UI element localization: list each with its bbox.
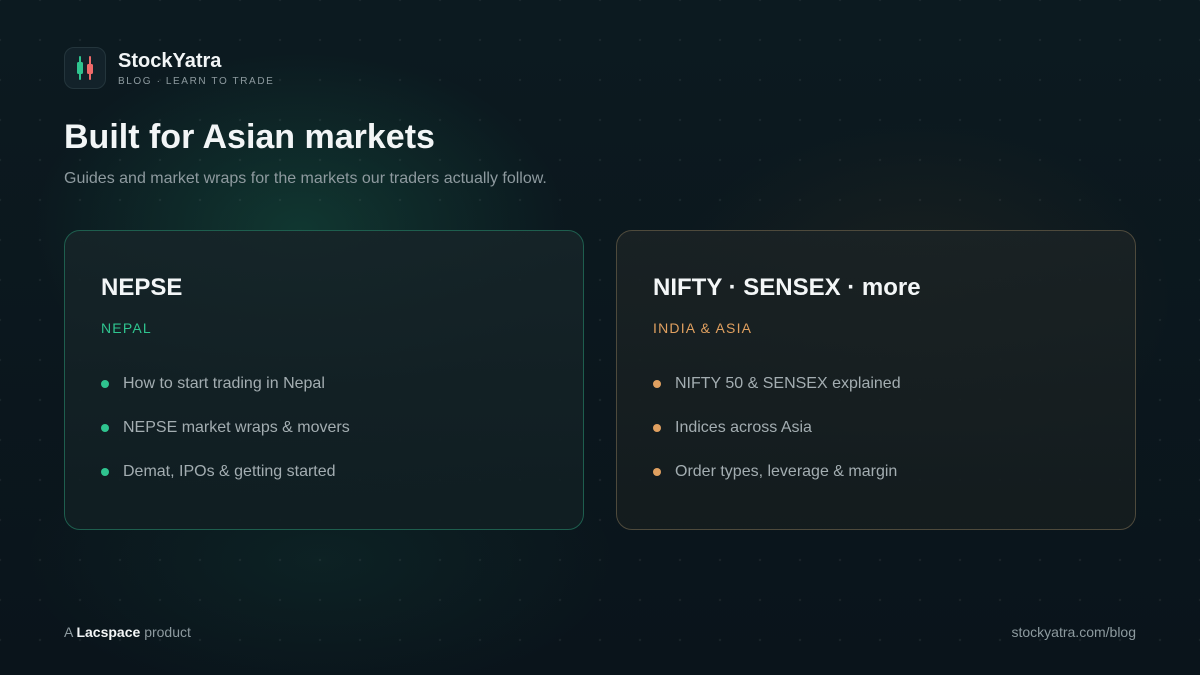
footer-prefix: A bbox=[64, 624, 73, 640]
list-item[interactable]: Indices across Asia bbox=[653, 406, 1099, 450]
card-region: NEPAL bbox=[101, 320, 152, 336]
footer-company[interactable]: Lacspace bbox=[76, 624, 140, 640]
card-title: NEPSE bbox=[101, 274, 183, 301]
bullet-dot-icon bbox=[653, 468, 661, 476]
page-subtitle: Guides and market wraps for the markets … bbox=[64, 170, 547, 187]
bullet-dot-icon bbox=[101, 380, 109, 388]
card-title: NIFTY · SENSEX · more bbox=[653, 274, 921, 301]
bullet-dot-icon bbox=[101, 468, 109, 476]
list-item-label: NEPSE market wraps & movers bbox=[123, 419, 350, 436]
card-topic-list: NIFTY 50 & SENSEX explained Indices acro… bbox=[653, 362, 1099, 494]
card-nepse[interactable]: NEPSE NEPAL How to start trading in Nepa… bbox=[64, 230, 584, 530]
brand-header[interactable]: StockYatra BLOG · LEARN TO TRADE bbox=[64, 47, 274, 89]
list-item-label: Indices across Asia bbox=[675, 419, 812, 436]
list-item[interactable]: Demat, IPOs & getting started bbox=[101, 450, 547, 494]
brand-tagline: BLOG · LEARN TO TRADE bbox=[118, 76, 275, 87]
card-topic-list: How to start trading in Nepal NEPSE mark… bbox=[101, 362, 547, 494]
bullet-dot-icon bbox=[653, 424, 661, 432]
brand-name: StockYatra bbox=[118, 50, 222, 72]
candlestick-icon bbox=[64, 47, 106, 89]
bullet-dot-icon bbox=[101, 424, 109, 432]
list-item-label: Order types, leverage & margin bbox=[675, 463, 898, 480]
footer-url[interactable]: stockyatra.com/blog bbox=[1012, 624, 1137, 640]
card-nifty-sensex[interactable]: NIFTY · SENSEX · more INDIA & ASIA NIFTY… bbox=[616, 230, 1136, 530]
footer-suffix: product bbox=[144, 624, 191, 640]
list-item[interactable]: NEPSE market wraps & movers bbox=[101, 406, 547, 450]
list-item-label: Demat, IPOs & getting started bbox=[123, 463, 336, 480]
footer-credit: A Lacspace product bbox=[64, 624, 191, 640]
list-item[interactable]: Order types, leverage & margin bbox=[653, 450, 1099, 494]
bullet-dot-icon bbox=[653, 380, 661, 388]
list-item[interactable]: NIFTY 50 & SENSEX explained bbox=[653, 362, 1099, 406]
card-region: INDIA & ASIA bbox=[653, 320, 753, 336]
list-item-label: How to start trading in Nepal bbox=[123, 375, 325, 392]
page-title: Built for Asian markets bbox=[64, 118, 435, 156]
list-item[interactable]: How to start trading in Nepal bbox=[101, 362, 547, 406]
list-item-label: NIFTY 50 & SENSEX explained bbox=[675, 375, 901, 392]
